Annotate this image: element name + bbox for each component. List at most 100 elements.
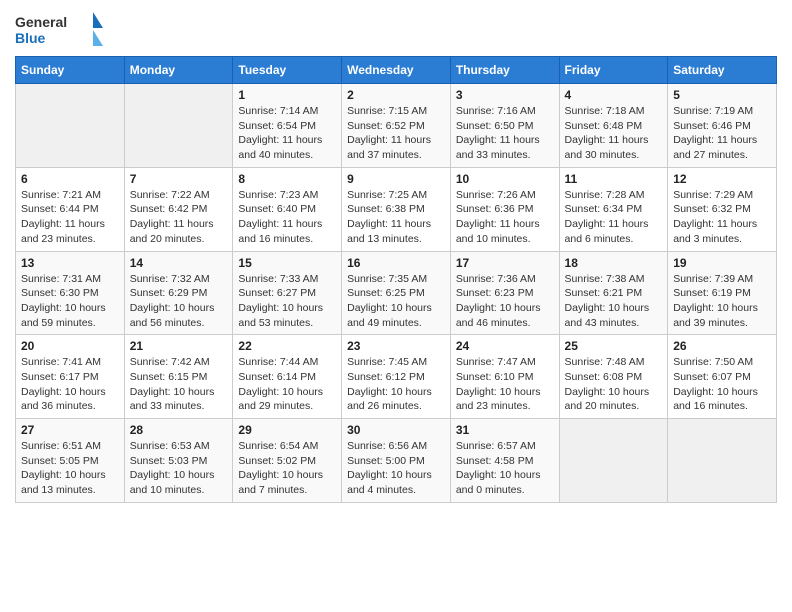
day-number: 22 [238, 339, 336, 353]
calendar-table: SundayMondayTuesdayWednesdayThursdayFrid… [15, 56, 777, 503]
day-info: Sunrise: 7:14 AMSunset: 6:54 PMDaylight:… [238, 104, 336, 163]
calendar-day-cell: 20 Sunrise: 7:41 AMSunset: 6:17 PMDayligh… [16, 335, 125, 419]
day-number: 8 [238, 172, 336, 186]
calendar-day-cell: 25 Sunrise: 7:48 AMSunset: 6:08 PMDayligh… [559, 335, 668, 419]
day-number: 3 [456, 88, 554, 102]
logo-svg: General Blue [15, 10, 105, 48]
day-number: 25 [565, 339, 663, 353]
calendar-week-row: 27 Sunrise: 6:51 AMSunset: 5:05 PMDayligh… [16, 419, 777, 503]
day-info: Sunrise: 7:38 AMSunset: 6:21 PMDaylight:… [565, 272, 663, 331]
day-number: 20 [21, 339, 119, 353]
day-info: Sunrise: 7:39 AMSunset: 6:19 PMDaylight:… [673, 272, 771, 331]
calendar-day-cell: 13 Sunrise: 7:31 AMSunset: 6:30 PMDayligh… [16, 251, 125, 335]
calendar-day-cell: 21 Sunrise: 7:42 AMSunset: 6:15 PMDayligh… [124, 335, 233, 419]
day-number: 14 [130, 256, 228, 270]
day-number: 6 [21, 172, 119, 186]
day-of-week-header: Wednesday [342, 57, 451, 84]
calendar-day-cell: 23Sunrise: 7:45 AMSunset: 6:12 PMDayligh… [342, 335, 451, 419]
day-info: Sunrise: 7:32 AMSunset: 6:29 PMDaylight:… [130, 272, 228, 331]
day-number: 26 [673, 339, 771, 353]
day-info: Sunrise: 7:50 AMSunset: 6:07 PMDaylight:… [673, 355, 771, 414]
day-info: Sunrise: 7:26 AMSunset: 6:36 PMDaylight:… [456, 188, 554, 247]
day-of-week-header: Saturday [668, 57, 777, 84]
day-number: 21 [130, 339, 228, 353]
calendar-day-cell: 28 Sunrise: 6:53 AMSunset: 5:03 PMDayligh… [124, 419, 233, 503]
day-info: Sunrise: 7:19 AMSunset: 6:46 PMDaylight:… [673, 104, 771, 163]
day-number: 27 [21, 423, 119, 437]
calendar-body: 1 Sunrise: 7:14 AMSunset: 6:54 PMDaylight… [16, 84, 777, 503]
day-of-week-header: Monday [124, 57, 233, 84]
day-info: Sunrise: 7:47 AMSunset: 6:10 PMDaylight:… [456, 355, 554, 414]
calendar-day-cell: 17 Sunrise: 7:36 AMSunset: 6:23 PMDayligh… [450, 251, 559, 335]
calendar-day-cell: 31Sunrise: 6:57 AMSunset: 4:58 PMDayligh… [450, 419, 559, 503]
day-info: Sunrise: 7:35 AMSunset: 6:25 PMDaylight:… [347, 272, 445, 331]
day-info: Sunrise: 7:15 AMSunset: 6:52 PMDaylight:… [347, 104, 445, 163]
calendar-day-cell: 11Sunrise: 7:28 AMSunset: 6:34 PMDayligh… [559, 167, 668, 251]
day-number: 24 [456, 339, 554, 353]
day-info: Sunrise: 7:18 AMSunset: 6:48 PMDaylight:… [565, 104, 663, 163]
day-info: Sunrise: 6:57 AMSunset: 4:58 PMDaylight:… [456, 439, 554, 498]
day-number: 10 [456, 172, 554, 186]
calendar-day-cell: 26 Sunrise: 7:50 AMSunset: 6:07 PMDayligh… [668, 335, 777, 419]
calendar-header-row: SundayMondayTuesdayWednesdayThursdayFrid… [16, 57, 777, 84]
day-info: Sunrise: 6:56 AMSunset: 5:00 PMDaylight:… [347, 439, 445, 498]
calendar-day-cell: 9 Sunrise: 7:25 AMSunset: 6:38 PMDaylight… [342, 167, 451, 251]
day-of-week-header: Tuesday [233, 57, 342, 84]
day-info: Sunrise: 7:48 AMSunset: 6:08 PMDaylight:… [565, 355, 663, 414]
calendar-week-row: 13 Sunrise: 7:31 AMSunset: 6:30 PMDayligh… [16, 251, 777, 335]
calendar-day-cell: 12 Sunrise: 7:29 AMSunset: 6:32 PMDayligh… [668, 167, 777, 251]
day-number: 19 [673, 256, 771, 270]
day-info: Sunrise: 7:31 AMSunset: 6:30 PMDaylight:… [21, 272, 119, 331]
day-info: Sunrise: 7:25 AMSunset: 6:38 PMDaylight:… [347, 188, 445, 247]
day-info: Sunrise: 6:51 AMSunset: 5:05 PMDaylight:… [21, 439, 119, 498]
day-number: 9 [347, 172, 445, 186]
day-info: Sunrise: 7:23 AMSunset: 6:40 PMDaylight:… [238, 188, 336, 247]
day-number: 13 [21, 256, 119, 270]
day-info: Sunrise: 7:22 AMSunset: 6:42 PMDaylight:… [130, 188, 228, 247]
calendar-day-cell: 7 Sunrise: 7:22 AMSunset: 6:42 PMDaylight… [124, 167, 233, 251]
calendar-week-row: 20 Sunrise: 7:41 AMSunset: 6:17 PMDayligh… [16, 335, 777, 419]
calendar-day-cell: 29 Sunrise: 6:54 AMSunset: 5:02 PMDayligh… [233, 419, 342, 503]
day-info: Sunrise: 7:16 AMSunset: 6:50 PMDaylight:… [456, 104, 554, 163]
calendar-day-cell: 4 Sunrise: 7:18 AMSunset: 6:48 PMDaylight… [559, 84, 668, 168]
day-number: 17 [456, 256, 554, 270]
day-of-week-header: Thursday [450, 57, 559, 84]
calendar-day-cell: 3 Sunrise: 7:16 AMSunset: 6:50 PMDaylight… [450, 84, 559, 168]
day-number: 29 [238, 423, 336, 437]
day-info: Sunrise: 7:42 AMSunset: 6:15 PMDaylight:… [130, 355, 228, 414]
day-number: 7 [130, 172, 228, 186]
day-info: Sunrise: 7:44 AMSunset: 6:14 PMDaylight:… [238, 355, 336, 414]
calendar-day-cell: 1 Sunrise: 7:14 AMSunset: 6:54 PMDaylight… [233, 84, 342, 168]
calendar-day-cell: 16 Sunrise: 7:35 AMSunset: 6:25 PMDayligh… [342, 251, 451, 335]
calendar-week-row: 1 Sunrise: 7:14 AMSunset: 6:54 PMDaylight… [16, 84, 777, 168]
day-number: 5 [673, 88, 771, 102]
day-number: 15 [238, 256, 336, 270]
day-number: 12 [673, 172, 771, 186]
day-info: Sunrise: 7:41 AMSunset: 6:17 PMDaylight:… [21, 355, 119, 414]
day-info: Sunrise: 7:36 AMSunset: 6:23 PMDaylight:… [456, 272, 554, 331]
calendar-day-cell: 5 Sunrise: 7:19 AMSunset: 6:46 PMDaylight… [668, 84, 777, 168]
calendar-day-cell [16, 84, 125, 168]
day-info: Sunrise: 6:53 AMSunset: 5:03 PMDaylight:… [130, 439, 228, 498]
calendar-week-row: 6 Sunrise: 7:21 AMSunset: 6:44 PMDaylight… [16, 167, 777, 251]
day-info: Sunrise: 6:54 AMSunset: 5:02 PMDaylight:… [238, 439, 336, 498]
day-number: 2 [347, 88, 445, 102]
day-number: 4 [565, 88, 663, 102]
calendar-day-cell: 15 Sunrise: 7:33 AMSunset: 6:27 PMDayligh… [233, 251, 342, 335]
day-number: 16 [347, 256, 445, 270]
day-info: Sunrise: 7:28 AMSunset: 6:34 PMDaylight:… [565, 188, 663, 247]
day-info: Sunrise: 7:21 AMSunset: 6:44 PMDaylight:… [21, 188, 119, 247]
calendar-day-cell: 2 Sunrise: 7:15 AMSunset: 6:52 PMDaylight… [342, 84, 451, 168]
calendar-day-cell: 22 Sunrise: 7:44 AMSunset: 6:14 PMDayligh… [233, 335, 342, 419]
calendar-day-cell: 10 Sunrise: 7:26 AMSunset: 6:36 PMDayligh… [450, 167, 559, 251]
calendar-day-cell: 27 Sunrise: 6:51 AMSunset: 5:05 PMDayligh… [16, 419, 125, 503]
calendar-day-cell [559, 419, 668, 503]
day-info: Sunrise: 7:29 AMSunset: 6:32 PMDaylight:… [673, 188, 771, 247]
calendar-day-cell: 8 Sunrise: 7:23 AMSunset: 6:40 PMDaylight… [233, 167, 342, 251]
day-number: 1 [238, 88, 336, 102]
day-number: 28 [130, 423, 228, 437]
day-of-week-header: Sunday [16, 57, 125, 84]
logo: General Blue [15, 10, 105, 48]
day-info: Sunrise: 7:33 AMSunset: 6:27 PMDaylight:… [238, 272, 336, 331]
day-info: Sunrise: 7:45 AMSunset: 6:12 PMDaylight:… [347, 355, 445, 414]
